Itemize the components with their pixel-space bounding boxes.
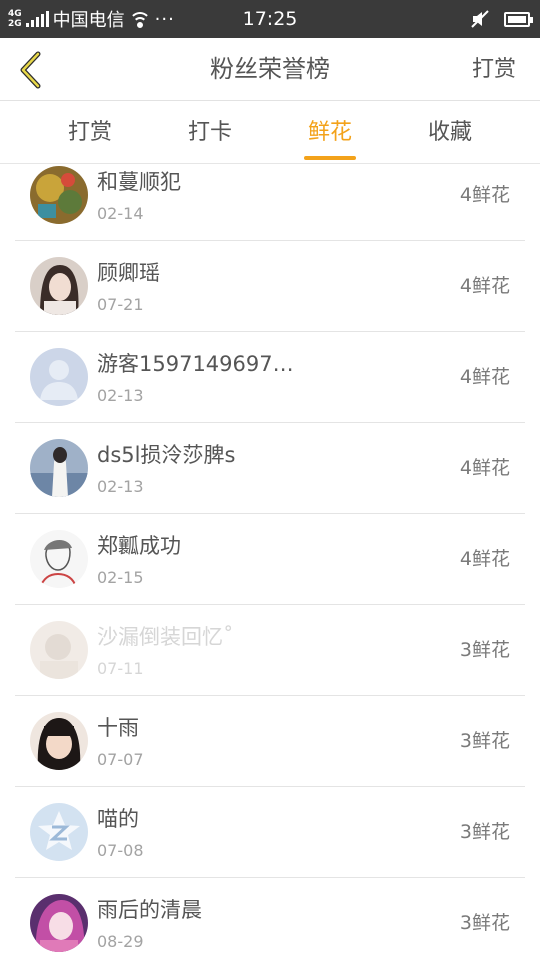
- user-name: 十雨: [97, 716, 139, 740]
- fan-ranking-list[interactable]: 和蔓顺犯 02-14 4鲜花 顾卿瑶 07-21 4鲜花 游客159714969…: [0, 165, 540, 960]
- user-name: 沙漏倒装回忆˚: [97, 625, 234, 649]
- list-item[interactable]: 十雨 07-07 3鲜花: [15, 696, 525, 787]
- flower-count: 3鲜花: [459, 639, 510, 661]
- list-item[interactable]: 游客1597149697… 02-13 4鲜花: [15, 332, 525, 423]
- tab-checkin[interactable]: 打卡: [170, 102, 250, 164]
- tab-reward[interactable]: 打赏: [50, 102, 130, 164]
- list-item[interactable]: ds5l损泠莎脾s 02-13 4鲜花: [15, 423, 525, 514]
- reward-button[interactable]: 打赏: [472, 38, 516, 101]
- tab-flowers[interactable]: 鲜花: [290, 102, 370, 164]
- user-date: 02-13: [97, 477, 144, 496]
- user-name: 顾卿瑶: [97, 261, 160, 285]
- flower-count: 4鲜花: [459, 275, 510, 297]
- user-date: 07-08: [97, 841, 144, 860]
- user-date: 02-14: [97, 204, 144, 223]
- avatar: [30, 439, 88, 497]
- user-name: ds5l损泠莎脾s: [97, 443, 236, 467]
- flower-count: 3鲜花: [459, 912, 510, 934]
- list-item[interactable]: 顾卿瑶 07-21 4鲜花: [15, 241, 525, 332]
- flower-count: 3鲜花: [459, 730, 510, 752]
- mute-icon: [471, 10, 489, 28]
- flower-count: 4鲜花: [459, 184, 510, 206]
- flower-count: 4鲜花: [459, 457, 510, 479]
- flower-count: 3鲜花: [459, 821, 510, 843]
- user-date: 02-15: [97, 568, 144, 587]
- page-title: 粉丝荣誉榜: [210, 55, 330, 83]
- list-item[interactable]: 郑瓤成功 02-15 4鲜花: [15, 514, 525, 605]
- tab-bar: 打赏 打卡 鲜花 收藏: [0, 102, 540, 164]
- status-right: [470, 0, 533, 38]
- user-date: 07-21: [97, 295, 144, 314]
- list-item[interactable]: 喵的 07-08 3鲜花: [15, 787, 525, 878]
- user-date: 08-29: [97, 932, 144, 951]
- fan-ranking-list-inner: 和蔓顺犯 02-14 4鲜花 顾卿瑶 07-21 4鲜花 游客159714969…: [0, 165, 540, 960]
- avatar: [30, 530, 88, 588]
- user-date: 02-13: [97, 386, 144, 405]
- default-user-avatar-icon: [30, 348, 88, 406]
- qq-default-avatar-icon: [30, 803, 88, 861]
- user-date: 07-11: [97, 659, 144, 678]
- list-item[interactable]: 沙漏倒装回忆˚ 07-11 3鲜花: [15, 605, 525, 696]
- status-time: 17:25: [242, 8, 298, 30]
- battery-icon: [504, 11, 533, 27]
- status-bar: 4G 2G 中国电信 ··· 17:25: [0, 0, 540, 38]
- tab-favorites[interactable]: 收藏: [410, 102, 490, 164]
- user-name: 喵的: [97, 807, 139, 831]
- user-name: 游客1597149697…: [97, 352, 294, 376]
- nav-bar: 粉丝荣誉榜 打赏: [0, 38, 540, 101]
- avatar: [30, 712, 88, 770]
- avatar: [30, 166, 88, 224]
- flower-count: 4鲜花: [459, 548, 510, 570]
- avatar: [30, 894, 88, 952]
- list-item[interactable]: 雨后的清晨 08-29 3鲜花: [15, 878, 525, 960]
- user-name: 郑瓤成功: [97, 534, 181, 558]
- list-item[interactable]: 和蔓顺犯 02-14 4鲜花: [15, 165, 525, 241]
- user-name: 雨后的清晨: [97, 898, 202, 922]
- user-name: 和蔓顺犯: [97, 170, 181, 194]
- avatar: [30, 621, 88, 679]
- avatar: [30, 257, 88, 315]
- user-date: 07-07: [97, 750, 144, 769]
- flower-count: 4鲜花: [459, 366, 510, 388]
